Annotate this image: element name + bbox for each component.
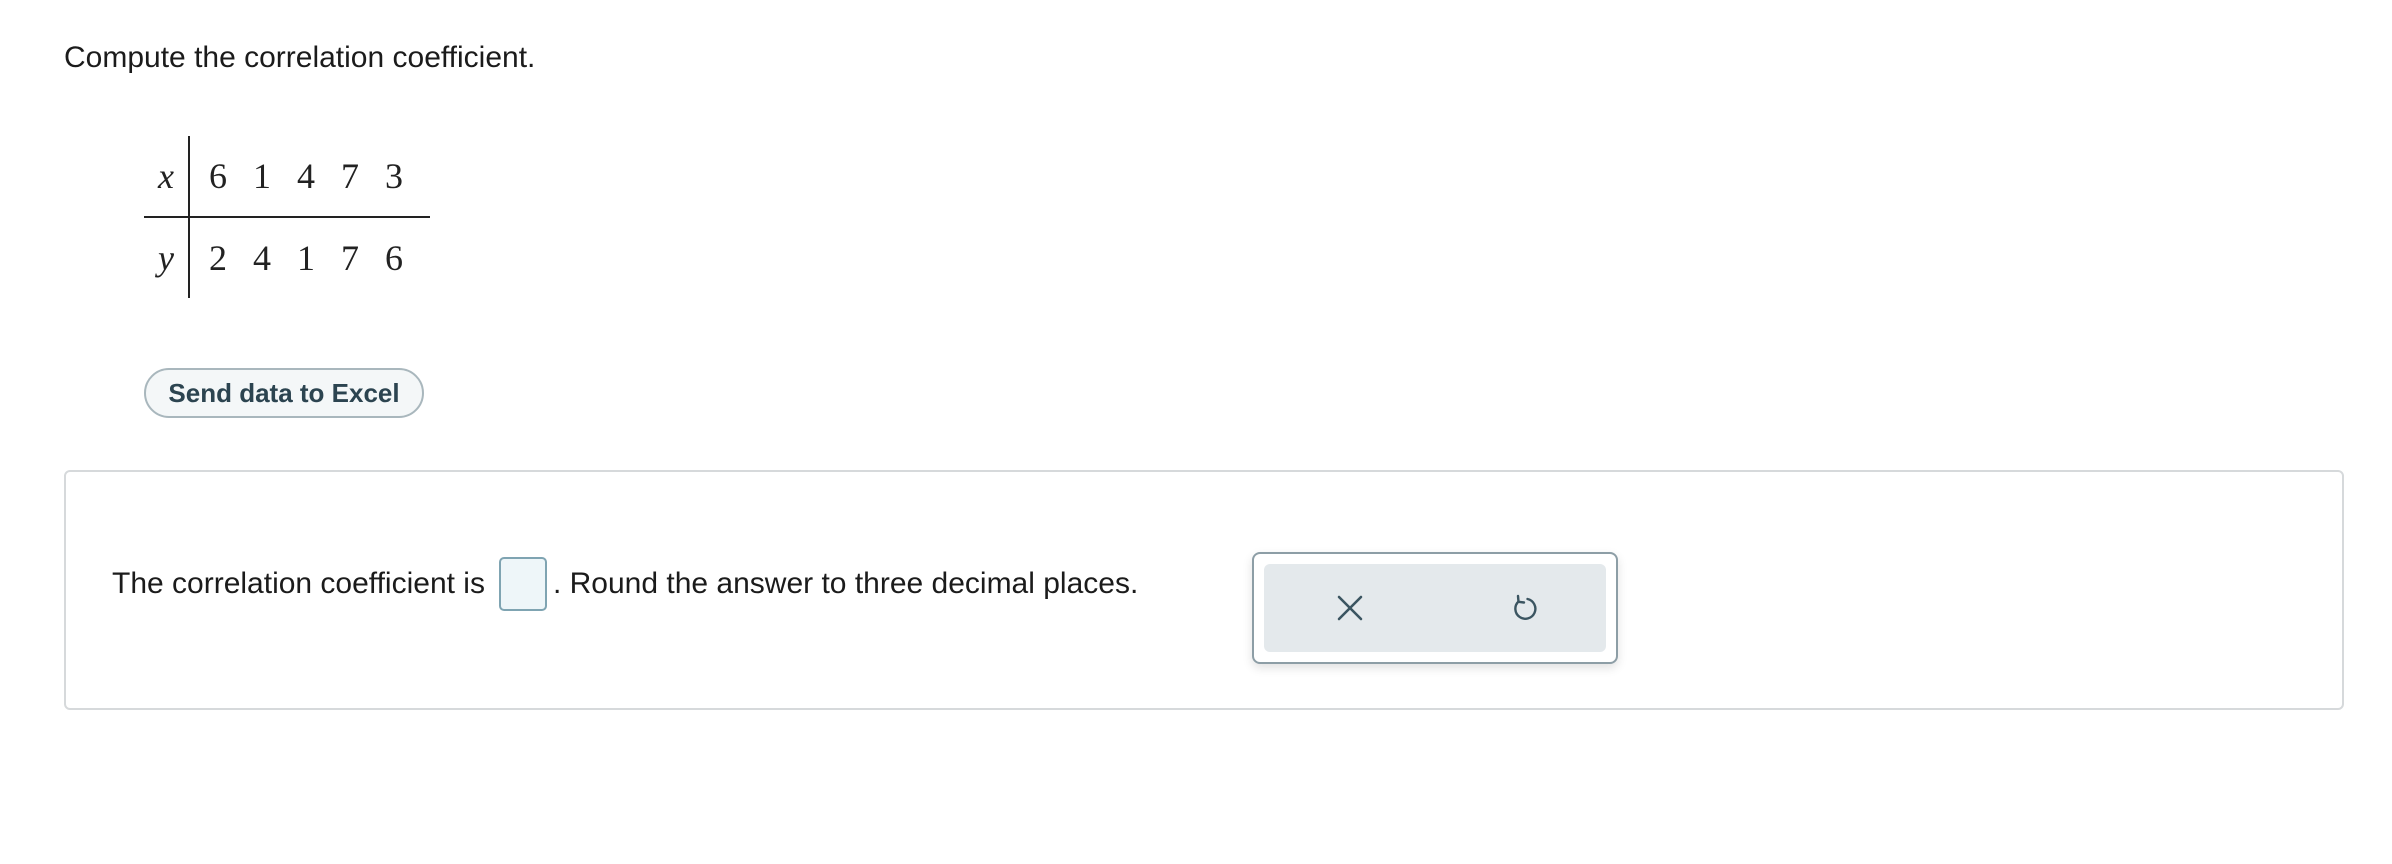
- y-value-1: 2: [209, 238, 227, 278]
- x-value-1: 6: [189, 136, 240, 218]
- x-value-2: 1: [240, 136, 284, 218]
- y-value-4: 7: [341, 238, 359, 278]
- close-icon: [1337, 595, 1363, 621]
- y-value-5: 6: [385, 238, 403, 278]
- correlation-answer-input[interactable]: [498, 557, 547, 611]
- table-row-y: y 2 4 1 7 6: [144, 217, 430, 298]
- undo-icon: [1514, 594, 1537, 620]
- clear-answer-button[interactable]: [1320, 578, 1380, 638]
- send-data-to-excel-button[interactable]: Send data to Excel: [144, 368, 424, 418]
- question-prompt: Compute the correlation coefficient.: [64, 41, 536, 74]
- answer-sentence: The correlation coefficient is . Round t…: [112, 554, 1138, 614]
- row-label-x: x: [144, 136, 190, 218]
- y-value-2: 4: [253, 238, 271, 278]
- row-label-y: y: [144, 217, 190, 298]
- answer-panel: The correlation coefficient is . Round t…: [64, 470, 2344, 710]
- undo-answer-button[interactable]: [1494, 578, 1554, 638]
- table-row-x: x 6 1 4 7 3: [144, 136, 430, 218]
- y-value-3: 1: [297, 238, 315, 278]
- answer-prefix: The correlation coefficient is: [112, 567, 485, 600]
- answer-tools-bar: [1264, 564, 1606, 652]
- answer-tools: [1252, 552, 1618, 664]
- x-value-5: 3: [372, 136, 430, 218]
- x-value-3: 4: [284, 136, 328, 218]
- answer-suffix: . Round the answer to three decimal plac…: [552, 567, 1139, 600]
- x-value-4: 7: [328, 136, 372, 218]
- data-table: x 6 1 4 7 3 y 2 4 1 7 6: [144, 136, 430, 298]
